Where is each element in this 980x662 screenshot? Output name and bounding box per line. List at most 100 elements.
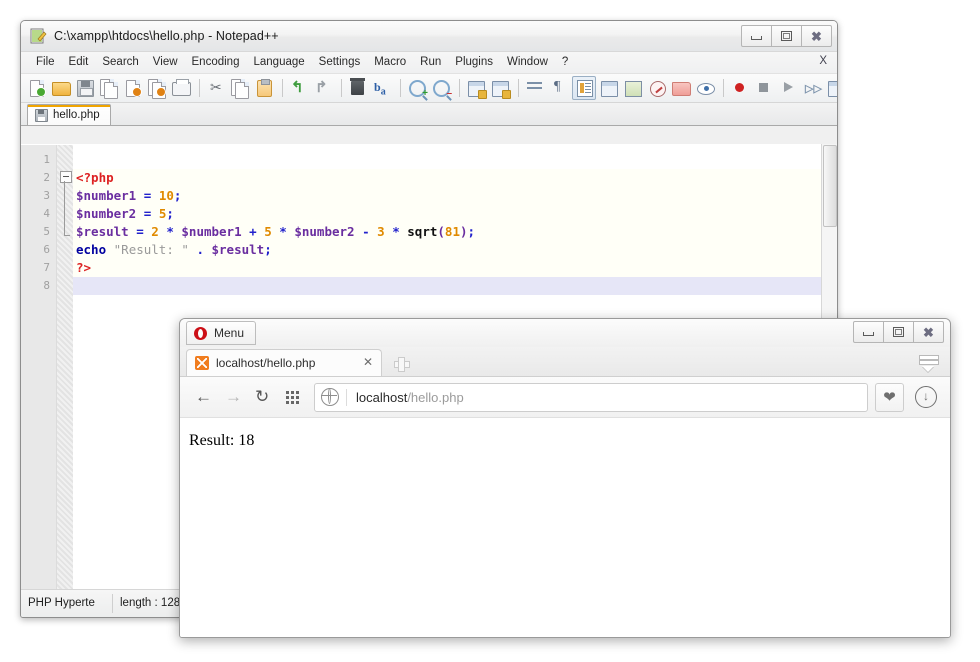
menu-help[interactable]: ?	[555, 54, 575, 71]
word-wrap-icon[interactable]	[524, 77, 546, 99]
menu-window[interactable]: Window	[500, 54, 555, 71]
sync-vertical-scroll-icon[interactable]	[465, 77, 487, 99]
code-token: "Result: "	[114, 242, 189, 257]
code-token	[151, 188, 159, 203]
menu-macro[interactable]: Macro	[367, 54, 413, 71]
code-token: $number2	[76, 206, 136, 221]
code-token	[151, 206, 159, 221]
code-token	[136, 188, 144, 203]
run-macro-multiple-icon[interactable]: ▷▷	[801, 77, 823, 99]
save-icon[interactable]	[74, 77, 96, 99]
play-macro-icon[interactable]	[777, 77, 799, 99]
toolbar-separator	[341, 79, 342, 97]
code-token: -	[362, 224, 370, 239]
close-document-button[interactable]: X	[819, 55, 827, 67]
code-token: ;	[166, 206, 174, 221]
menu-view[interactable]: View	[146, 54, 185, 71]
menu-encoding[interactable]: Encoding	[185, 54, 247, 71]
speed-dial-icon[interactable]	[280, 384, 306, 410]
code-line-3: $number1 = 10;	[73, 187, 837, 205]
code-token: $result	[76, 224, 129, 239]
code-line-1	[73, 151, 837, 169]
code-token: (	[437, 224, 445, 239]
find-icon[interactable]	[347, 77, 369, 99]
redo-icon[interactable]: ↱	[312, 77, 334, 99]
npp-tab-hello-php[interactable]: hello.php	[27, 104, 111, 125]
line-number: 2	[21, 169, 50, 187]
opera-navigation-bar: ← → ↻ localhost/hello.php ❤ ↓	[180, 377, 950, 418]
zoom-in-icon[interactable]: +	[406, 77, 428, 99]
fold-collapse-icon[interactable]	[60, 171, 72, 183]
npp-title-text: C:\xampp\htdocs\hello.php - Notepad++	[54, 29, 279, 43]
undo-icon[interactable]: ↰	[288, 77, 310, 99]
xampp-favicon	[195, 356, 209, 370]
menu-settings[interactable]: Settings	[312, 54, 368, 71]
opera-minimize-button[interactable]	[853, 321, 884, 343]
indent-guide-icon[interactable]	[572, 76, 596, 100]
npp-close-button[interactable]: ✖	[801, 25, 832, 47]
print-icon[interactable]	[170, 77, 192, 99]
code-token	[355, 224, 363, 239]
replace-icon[interactable]: ba	[371, 77, 393, 99]
save-all-icon[interactable]	[98, 77, 120, 99]
code-folding-gutter[interactable]	[57, 145, 73, 589]
menu-file[interactable]: File	[29, 54, 62, 71]
sync-horizontal-scroll-icon[interactable]	[489, 77, 511, 99]
monitoring-icon[interactable]	[694, 77, 716, 99]
show-all-characters-icon[interactable]: ¶	[548, 77, 570, 99]
opera-window-controls: ✖	[854, 321, 944, 343]
menu-plugins[interactable]: Plugins	[448, 54, 500, 71]
document-map-icon[interactable]	[622, 77, 644, 99]
paste-icon[interactable]	[253, 77, 275, 99]
menu-language[interactable]: Language	[246, 54, 311, 71]
heart-icon[interactable]: ❤	[875, 383, 904, 412]
save-macro-icon[interactable]	[825, 77, 838, 99]
npp-minimize-button[interactable]	[741, 25, 772, 47]
address-bar[interactable]: localhost/hello.php	[314, 383, 868, 412]
code-token: echo	[76, 242, 106, 257]
opera-close-button[interactable]: ✖	[913, 321, 944, 343]
forward-arrow-icon[interactable]: →	[220, 384, 246, 410]
code-line-2: <?php	[73, 169, 837, 187]
new-tab-icon[interactable]	[390, 352, 412, 374]
reload-icon[interactable]: ↻	[250, 384, 276, 410]
close-all-icon[interactable]	[146, 77, 168, 99]
browser-tab-localhost-hello-php[interactable]: localhost/hello.php ✕	[186, 349, 382, 376]
open-file-icon[interactable]	[50, 77, 72, 99]
tab-menu-icon[interactable]	[918, 355, 938, 373]
code-token	[106, 242, 114, 257]
opera-menu-button[interactable]: Menu	[186, 321, 256, 345]
close-file-icon[interactable]	[122, 77, 144, 99]
address-divider	[346, 389, 347, 406]
status-language: PHP Hyperte	[21, 594, 113, 613]
opera-logo-icon	[194, 327, 207, 340]
copy-icon[interactable]	[229, 77, 251, 99]
menu-search[interactable]: Search	[95, 54, 145, 71]
back-arrow-icon[interactable]: ←	[190, 384, 216, 410]
code-line-5: $result = 2 * $number1 + 5 * $number2 - …	[73, 223, 837, 241]
code-token: $number1	[181, 224, 241, 239]
code-line-7: ?>	[73, 259, 837, 277]
new-file-icon[interactable]	[26, 77, 48, 99]
code-token: $number2	[294, 224, 354, 239]
zoom-out-icon[interactable]: –	[430, 77, 452, 99]
close-tab-icon[interactable]: ✕	[361, 356, 375, 370]
cut-icon[interactable]: ✂	[205, 77, 227, 99]
code-token: .	[196, 242, 204, 257]
menu-edit[interactable]: Edit	[62, 54, 96, 71]
notepad-document-icon	[29, 27, 47, 45]
user-defined-language-icon[interactable]	[598, 77, 620, 99]
download-icon[interactable]: ↓	[912, 383, 940, 411]
stop-recording-icon[interactable]	[753, 77, 775, 99]
code-token: ;	[468, 224, 476, 239]
function-list-icon[interactable]	[646, 77, 668, 99]
scrollbar-thumb[interactable]	[823, 145, 837, 227]
code-token: $result	[212, 242, 265, 257]
code-token: *	[392, 224, 400, 239]
opera-maximize-button[interactable]	[883, 321, 914, 343]
npp-maximize-button[interactable]	[771, 25, 802, 47]
menu-run[interactable]: Run	[413, 54, 448, 71]
folder-as-workspace-icon[interactable]	[670, 77, 692, 99]
toolbar-separator	[723, 79, 724, 97]
record-macro-icon[interactable]	[729, 77, 751, 99]
